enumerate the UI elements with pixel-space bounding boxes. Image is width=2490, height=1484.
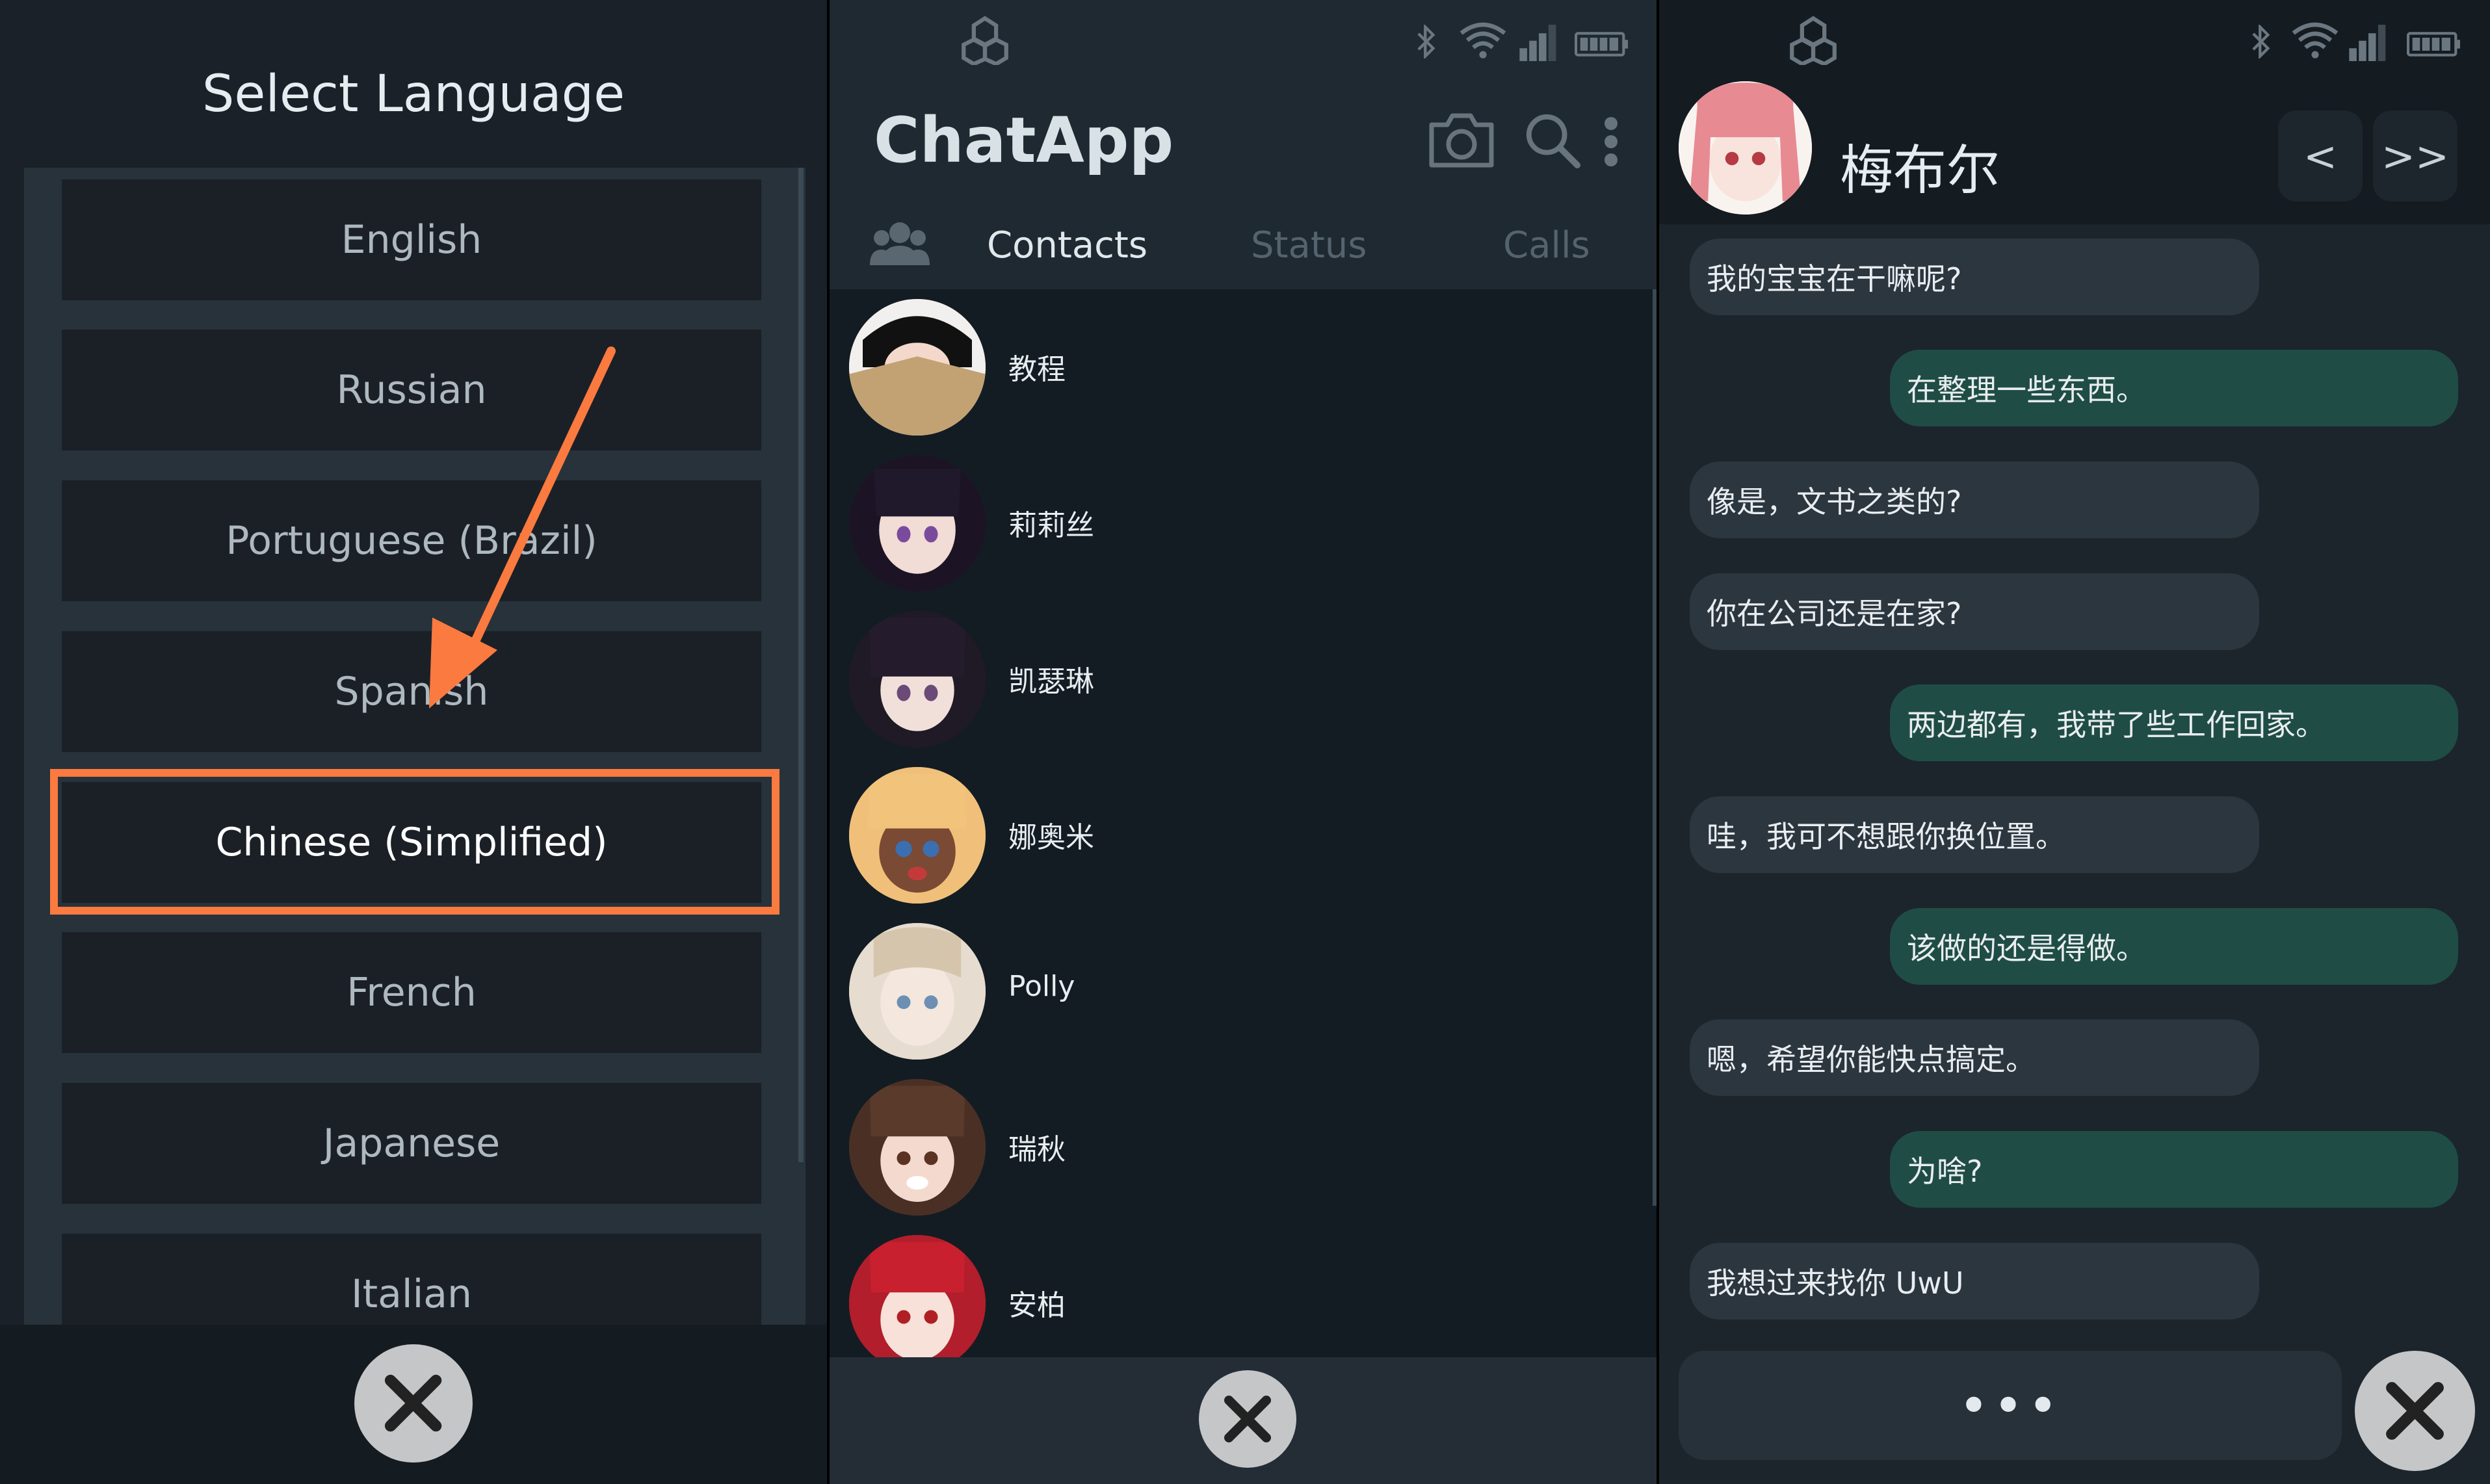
close-button[interactable] [1199, 1370, 1296, 1468]
camera-icon[interactable] [1426, 109, 1497, 170]
contact-item[interactable]: 教程 [849, 299, 1629, 449]
avatar [849, 299, 986, 436]
contact-name: 娜奥米 [1008, 821, 1094, 854]
battery-icon [1575, 32, 1628, 57]
contacts-screen: ChatApp Contacts Status Calls 教程 莉莉丝 凯瑟琳… [830, 0, 1657, 1484]
annotation-arrow [429, 346, 616, 709]
tab-status[interactable]: Status [1251, 224, 1367, 267]
app-logo-icon [1790, 16, 1837, 65]
group-icon[interactable] [870, 218, 930, 268]
contact-name: 莉莉丝 [1008, 509, 1094, 542]
contact-item[interactable]: Polly [849, 923, 1629, 1073]
message-outgoing: 为啥? [1890, 1131, 2458, 1208]
wifi-icon [2292, 22, 2339, 59]
message-incoming: 你在公司还是在家? [1690, 573, 2259, 650]
chat-contact-name: 梅布尔 [1840, 140, 2000, 202]
contact-item[interactable]: 凯瑟琳 [849, 611, 1629, 761]
contact-name: 凯瑟琳 [1008, 665, 1094, 698]
language-select-screen: Select Language English Russian Portugue… [0, 0, 827, 1484]
signal-icon [1519, 25, 1556, 61]
tab-contacts[interactable]: Contacts [987, 224, 1147, 267]
avatar [849, 767, 986, 904]
app-logo-icon [962, 16, 1008, 65]
contact-item[interactable]: 莉莉丝 [849, 455, 1629, 605]
message-outgoing: 两边都有，我带了些工作回家。 [1890, 684, 2458, 761]
more-options-icon[interactable] [1603, 116, 1619, 168]
close-icon [2386, 1382, 2444, 1440]
close-icon [385, 1375, 442, 1432]
bluetooth-icon [1417, 25, 1435, 59]
avatar [849, 1235, 986, 1372]
battery-icon [2407, 32, 2460, 57]
message-outgoing: 该做的还是得做。 [1890, 908, 2458, 985]
bluetooth-icon [2252, 25, 2270, 59]
contact-name: 教程 [1008, 353, 1066, 386]
message-incoming: 嗯，希望你能快点搞定。 [1690, 1019, 2259, 1096]
skip-button[interactable]: >> [2373, 111, 2457, 202]
contact-name: 瑞秋 [1008, 1133, 1066, 1166]
message-incoming: 像是，文书之类的? [1690, 462, 2259, 538]
close-button[interactable] [2355, 1351, 2475, 1471]
back-button[interactable]: < [2278, 111, 2363, 202]
avatar [849, 923, 986, 1060]
message-incoming: 我想过来找你 UwU [1690, 1243, 2259, 1320]
avatar [1679, 81, 1812, 215]
message-incoming: 我的宝宝在干嘛呢? [1690, 239, 2259, 315]
search-icon[interactable] [1523, 111, 1581, 169]
avatar [849, 455, 986, 592]
avatar [849, 611, 986, 748]
close-button[interactable] [354, 1344, 473, 1463]
wifi-icon [1460, 22, 1506, 59]
close-icon [1224, 1396, 1271, 1442]
signal-icon [2349, 25, 2386, 61]
avatar [849, 1079, 986, 1216]
contacts-scrollbar[interactable] [1653, 289, 1657, 1206]
contact-item[interactable]: 娜奥米 [849, 767, 1629, 917]
message-outgoing: 在整理一些东西。 [1890, 350, 2458, 426]
contact-name: Polly [1008, 970, 1075, 1003]
app-header: ChatApp Contacts Status Calls [830, 0, 1657, 289]
contact-name: 安柏 [1008, 1289, 1066, 1322]
reply-input[interactable]: ••• [1679, 1351, 2342, 1460]
message-incoming: 哇，我可不想跟你换位置。 [1690, 796, 2259, 873]
app-name: ChatApp [874, 104, 1174, 177]
contact-item[interactable]: 瑞秋 [849, 1079, 1629, 1229]
tab-calls[interactable]: Calls [1503, 224, 1590, 267]
chat-screen: 梅布尔 < >> 我的宝宝在干嘛呢? 在整理一些东西。 像是，文书之类的? 你在… [1659, 0, 2490, 1484]
chat-header: 梅布尔 < >> [1659, 0, 2490, 224]
